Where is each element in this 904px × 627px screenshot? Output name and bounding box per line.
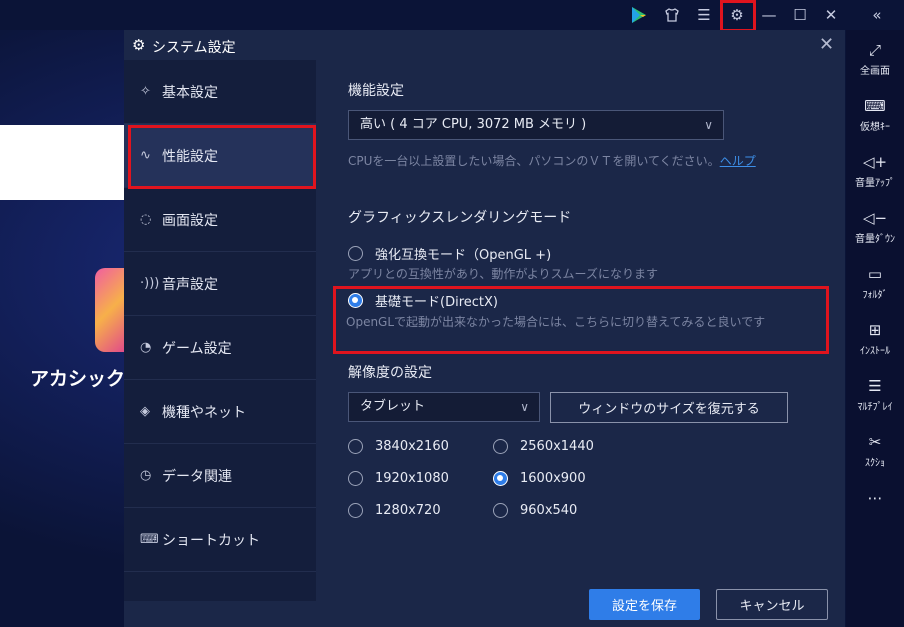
multi-instance-button[interactable]: ☰ ﾏﾙﾁﾌﾟﾚｲ <box>846 376 904 413</box>
folder-button[interactable]: ▭ ﾌｫﾙﾀﾞ <box>846 264 904 301</box>
resolution-option-3840[interactable]: 3840x2160 <box>348 439 449 454</box>
fullscreen-icon: ⤢ <box>868 41 881 59</box>
nav-display-settings[interactable]: ◌ 画面設定 <box>124 188 316 252</box>
performance-title: 機能設定 <box>348 83 404 99</box>
resolution-option-2560[interactable]: 2560x1440 <box>493 439 594 454</box>
install-icon: ⊞ <box>868 321 882 339</box>
resolution-option-1600[interactable]: 1600x900 <box>493 471 586 486</box>
menu-icon[interactable]: ☰ <box>693 4 715 26</box>
nav-game-settings[interactable]: ◔ ゲーム設定 <box>124 316 316 380</box>
multi-instance-icon: ☰ <box>868 377 882 395</box>
right-sidebar: ⤢ 全画面 ⌨ 仮想ｷｰ ◁+ 音量ｱｯﾌﾟ ◁− 音量ﾀﾞｳﾝ ▭ ﾌｫﾙﾀﾞ… <box>846 30 904 627</box>
resolution-option-960[interactable]: 960x540 <box>493 503 577 518</box>
settings-gear-icon: ⚙ <box>132 36 146 54</box>
nav-data[interactable]: ◷ データ関連 <box>124 444 316 508</box>
radio-icon <box>348 246 363 261</box>
cancel-button[interactable]: キャンセル <box>716 589 828 620</box>
dialog-close-icon[interactable]: ✕ <box>819 34 834 55</box>
puzzle-icon: ✧ <box>140 84 151 99</box>
radio-selected-icon <box>493 471 508 486</box>
background-banner <box>0 125 125 200</box>
radio-icon <box>348 503 363 518</box>
more-button[interactable]: ⋯ <box>846 488 904 508</box>
play-store-icon[interactable] <box>628 4 650 26</box>
system-settings-dialog: ⚙ システム設定 ✕ ✧ 基本設定 ∿ 性能設定 ◌ 画面設定 ·))) 音声設… <box>124 30 845 627</box>
minimize-icon[interactable]: — <box>758 4 780 26</box>
resolution-option-1920[interactable]: 1920x1080 <box>348 471 449 486</box>
wifi-icon: ◈ <box>140 404 150 419</box>
history-icon: ◷ <box>140 468 152 483</box>
dialog-title: システム設定 <box>152 40 236 56</box>
app-icon[interactable] <box>95 268 125 352</box>
volume-up-icon: ◁+ <box>862 153 888 171</box>
more-icon: ⋯ <box>867 489 883 507</box>
graphics-title: グラフィックスレンダリングモード <box>348 210 572 226</box>
nav-shortcuts[interactable]: ⌨ ショートカット <box>124 508 316 572</box>
volume-down-button[interactable]: ◁− 音量ﾀﾞｳﾝ <box>846 208 904 245</box>
radio-icon <box>348 439 363 454</box>
gamepad-icon: ◔ <box>140 340 152 355</box>
resolution-title: 解像度の設定 <box>348 365 432 381</box>
maximize-icon[interactable]: ☐ <box>789 4 811 26</box>
nav-device-network[interactable]: ◈ 機種やネット <box>124 380 316 444</box>
radio-icon <box>493 439 508 454</box>
chevron-down-icon: ∨ <box>520 400 529 414</box>
resolution-select[interactable]: タブレット ∨ <box>348 392 540 422</box>
resolution-option-1280[interactable]: 1280x720 <box>348 503 441 518</box>
performance-hint: CPUを一台以上設置したい場合、パソコンのＶＴを開いてください。ヘルプ <box>348 154 756 168</box>
install-button[interactable]: ⊞ ｲﾝｽﾄｰﾙ <box>846 320 904 357</box>
close-icon[interactable]: ✕ <box>820 4 842 26</box>
opengl-description: アプリとの互換性があり、動作がよりスムーズになります <box>348 267 658 281</box>
save-button[interactable]: 設定を保存 <box>589 589 700 620</box>
radio-icon <box>493 503 508 518</box>
nav-highlight <box>128 125 316 189</box>
shirt-icon[interactable] <box>661 4 683 26</box>
volume-down-icon: ◁− <box>862 209 888 227</box>
palette-icon: ◌ <box>140 212 152 227</box>
collapse-icon[interactable]: « <box>866 4 888 26</box>
restore-window-size-button[interactable]: ウィンドウのサイズを復元する <box>550 392 788 423</box>
fullscreen-button[interactable]: ⤢ 全画面 <box>846 40 904 77</box>
help-link[interactable]: ヘルプ <box>720 154 756 168</box>
chevron-down-icon: ∨ <box>704 118 713 132</box>
radio-icon <box>348 471 363 486</box>
nav-audio-settings[interactable]: ·))) 音声設定 <box>124 252 316 316</box>
sound-icon: ·))) <box>140 276 160 291</box>
performance-select[interactable]: 高い ( 4 コア CPU, 3072 MB メモリ ) ∨ <box>348 110 724 140</box>
keyboard-icon: ⌨ <box>864 97 886 115</box>
scissors-icon: ✂ <box>868 433 882 451</box>
nav-basic-settings[interactable]: ✧ 基本設定 <box>124 60 316 124</box>
keyboard-icon: ⌨ <box>140 532 159 547</box>
virtual-keyboard-button[interactable]: ⌨ 仮想ｷｰ <box>846 96 904 133</box>
mode-highlight <box>333 286 829 354</box>
screenshot-button[interactable]: ✂ ｽｸｼｮ <box>846 432 904 469</box>
folder-icon: ▭ <box>867 265 883 283</box>
gear-highlight <box>720 0 756 32</box>
volume-up-button[interactable]: ◁+ 音量ｱｯﾌﾟ <box>846 152 904 189</box>
app-name: アカシックレ <box>30 368 125 390</box>
graphics-option-opengl[interactable]: 強化互換モード（OpenGL +) <box>348 244 551 263</box>
